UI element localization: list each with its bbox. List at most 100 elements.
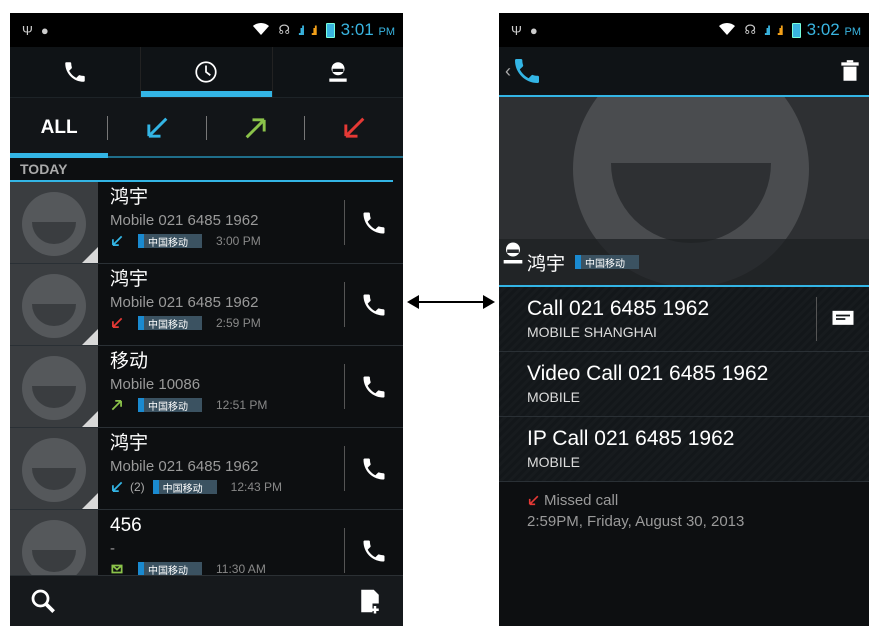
tab-contacts[interactable] [273, 47, 403, 97]
incoming-call-icon [112, 481, 123, 492]
filter-all[interactable]: ALL [10, 98, 109, 158]
carrier-badge: 中国移动 [138, 562, 202, 577]
android-debug-icon: ● [529, 22, 538, 38]
call-back-button[interactable] [344, 446, 403, 491]
filter-incoming[interactable] [108, 98, 207, 158]
phone-icon [363, 212, 385, 233]
option-subtitle: MOBILE [527, 389, 580, 405]
caller-name: 鸿宇 [110, 433, 149, 454]
call-back-button[interactable] [344, 364, 403, 409]
add-contact-file-icon[interactable] [355, 586, 385, 616]
call-count: (2) [130, 480, 145, 494]
call-option-row[interactable]: Video Call 021 6485 1962 MOBILE [499, 352, 869, 417]
tab-bar [10, 47, 403, 97]
battery-icon [791, 22, 801, 38]
caller-number: Mobile 10086 [110, 376, 201, 393]
search-icon[interactable] [28, 586, 58, 616]
battery-icon [325, 22, 335, 38]
call-history-entry: Missed call 2:59PM, Friday, August 30, 2… [499, 482, 869, 530]
call-time: 3:00 PM [216, 234, 261, 248]
call-log-screen: Ψ ● ☊ .ıl .ıl 3:01 PM ALL TODAY 鸿宇 Mobil… [10, 13, 403, 626]
outgoing-arrow-icon [245, 118, 266, 139]
call-time: 12:43 PM [230, 480, 283, 494]
wifi-icon [252, 22, 270, 39]
call-time: 11:30 AM [216, 562, 266, 576]
clock-icon [195, 61, 218, 83]
call-log-row[interactable]: 鸿宇 Mobile 021 6485 1962 (2) 中国移动 12:43 PM [10, 428, 403, 510]
carrier-badge: 中国移动 [138, 316, 202, 331]
filter-outgoing[interactable] [206, 98, 306, 158]
signal-icon-1: .ıl [763, 22, 771, 38]
call-back-button[interactable] [344, 528, 403, 573]
trash-icon[interactable] [837, 58, 863, 84]
carrier-badge: 中国移动 [152, 480, 217, 495]
incoming-arrow-icon [147, 117, 168, 138]
caller-name: 456 [110, 515, 142, 536]
caller-name: 鸿宇 [110, 269, 149, 290]
contact-photo: 鸿宇 中国移动 [499, 97, 869, 285]
usb-icon: Ψ [22, 22, 33, 38]
carrier-badge: 中国移动 [575, 255, 640, 270]
usb-icon: Ψ [511, 22, 522, 38]
default-avatar-icon [22, 356, 98, 427]
call-log-row[interactable]: 移动 Mobile 10086 中国移动 12:51 PM [10, 346, 403, 428]
headset-icon: ☊ [744, 22, 756, 37]
back-button[interactable]: ‹ [505, 55, 543, 87]
phone-icon [363, 294, 385, 315]
call-options-list: Call 021 6485 1962 MOBILE SHANGHAI Video C… [499, 287, 869, 482]
phone-icon [363, 540, 385, 561]
wifi-icon [718, 22, 736, 39]
call-back-button[interactable] [344, 200, 403, 245]
call-log-row[interactable]: 鸿宇 Mobile 021 6485 1962 中国移动 2:59 PM [10, 264, 403, 346]
phone-icon [65, 62, 85, 82]
option-title: Video Call 021 6485 1962 [527, 362, 769, 385]
signal-icon-1: .ıl [297, 22, 305, 38]
tab-dialer[interactable] [10, 47, 142, 97]
call-log-row[interactable]: 鸿宇 Mobile 021 6485 1962 中国移动 3:00 PM [10, 182, 403, 264]
call-list: 鸿宇 Mobile 021 6485 1962 中国移动 3:00 PM 鸿宇 Mobil… [10, 182, 403, 592]
headset-icon: ☊ [278, 22, 290, 37]
carrier-badge: 中国移动 [138, 234, 202, 249]
status-bar: Ψ ● ☊ .ıl .ıl 3:01 PM [10, 13, 403, 47]
missed-arrow-icon [528, 495, 539, 506]
contact-name-bar: 鸿宇 中国移动 [499, 239, 869, 285]
avatar[interactable] [10, 264, 98, 345]
call-option-row[interactable]: Call 021 6485 1962 MOBILE SHANGHAI [499, 287, 869, 352]
caller-number: Mobile 021 6485 1962 [110, 294, 259, 311]
avatar[interactable] [10, 182, 98, 263]
call-time: 2:59 PM [216, 316, 261, 330]
call-time: 12:51 PM [216, 398, 268, 412]
incoming-call-icon [112, 235, 123, 246]
tab-call-log[interactable] [141, 47, 273, 97]
avatar[interactable] [10, 346, 98, 427]
caller-name: 移动 [110, 351, 149, 372]
phone-icon [363, 376, 385, 397]
signal-icon-2: .ıl [310, 22, 318, 38]
call-back-button[interactable] [344, 282, 403, 327]
avatar[interactable] [10, 428, 98, 509]
missed-arrow-icon [344, 117, 365, 138]
send-message-button[interactable] [816, 297, 869, 341]
signal-icon-2: .ıl [776, 22, 784, 38]
bottom-action-bar [10, 575, 403, 626]
option-title: IP Call 021 6485 1962 [527, 427, 735, 450]
history-type: Missed call [544, 492, 619, 509]
view-contact-icon[interactable] [499, 239, 527, 267]
contact-name: 鸿宇 [527, 253, 566, 275]
status-time: 3:01 PM [340, 20, 395, 39]
caller-number: Mobile 021 6485 1962 [110, 458, 259, 475]
contact-icon [329, 62, 347, 82]
filter-missed[interactable] [304, 98, 403, 158]
caller-number: Mobile 021 6485 1962 [110, 212, 259, 229]
history-datetime: 2:59PM, Friday, August 30, 2013 [527, 513, 745, 530]
double-arrow-icon [407, 295, 495, 309]
message-icon [832, 310, 854, 325]
section-header-today: TODAY [10, 158, 393, 182]
call-option-row[interactable]: IP Call 021 6485 1962 MOBILE [499, 417, 869, 482]
outgoing-call-icon [111, 400, 122, 411]
default-avatar-icon [22, 438, 98, 509]
caller-name: 鸿宇 [110, 187, 149, 208]
phone-icon [363, 458, 385, 479]
default-avatar-icon [22, 274, 98, 345]
missed-call-icon [112, 317, 123, 328]
